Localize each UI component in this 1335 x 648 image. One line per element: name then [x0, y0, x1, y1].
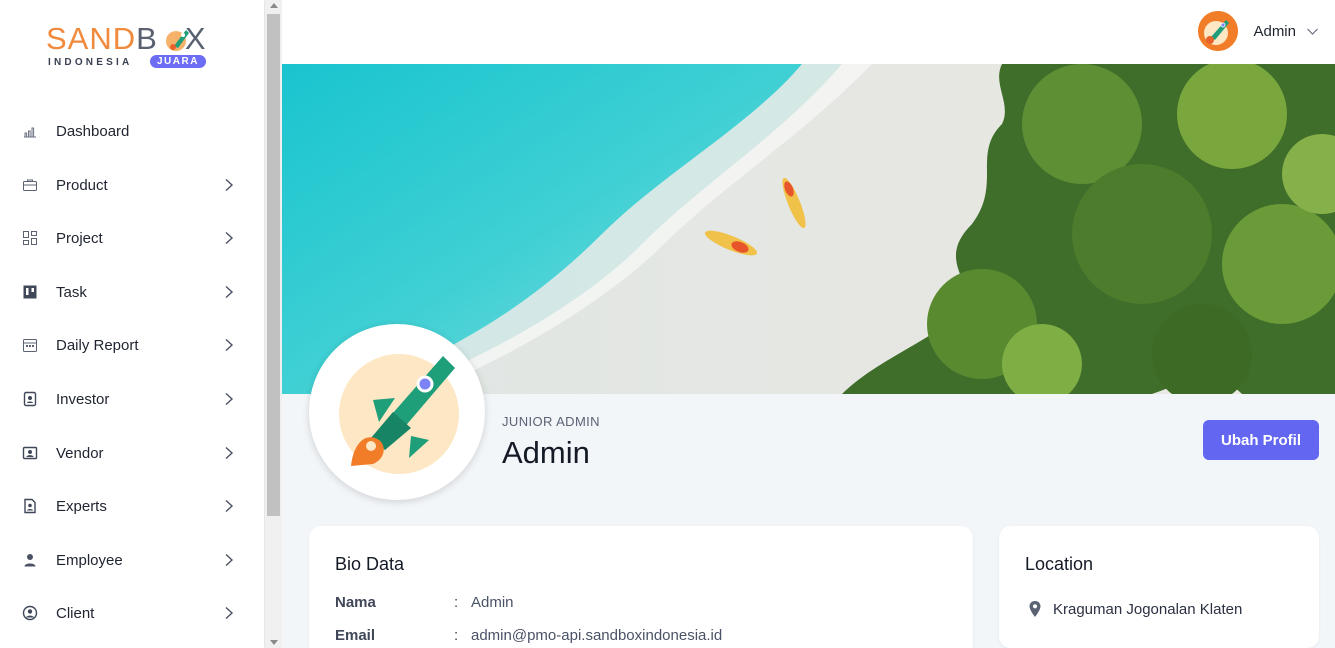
chevron-right-icon [225, 606, 234, 620]
user-name[interactable]: Admin [1253, 23, 1296, 40]
rocket-avatar-icon [313, 328, 481, 496]
location-address-row: Kraguman Jogonalan Klaten [1027, 600, 1242, 618]
profile-name: Admin [502, 435, 590, 470]
bio-separator: : [454, 594, 459, 611]
scroll-down-arrow-icon[interactable] [270, 640, 278, 645]
sidebar-item-label: Project [56, 229, 103, 247]
sidebar-item-product[interactable]: Product [0, 165, 264, 205]
kanban-icon [23, 285, 37, 299]
sidebar-item-label: Experts [56, 497, 107, 515]
user-avatar[interactable] [1198, 11, 1238, 51]
top-bar: Admin [282, 0, 1335, 64]
bio-data-card: Bio Data Nama : Admin Email : admin@pmo-… [309, 526, 973, 648]
sidebar-item-vendor[interactable]: Vendor [0, 433, 264, 473]
logo-badge: JUARA [150, 55, 206, 68]
bio-value: Admin [471, 594, 514, 611]
bar-chart-icon [24, 127, 36, 138]
chevron-right-icon [225, 392, 234, 406]
sidebar-item-label: Task [56, 283, 87, 301]
sidebar: SANDB X INDONESIA JUARA Dashboard Product… [0, 0, 264, 648]
id-card-icon [22, 446, 38, 460]
bio-data-title: Bio Data [335, 554, 405, 574]
chevron-right-icon [225, 499, 234, 513]
chevron-down-icon[interactable] [1306, 25, 1319, 38]
sidebar-item-label: Vendor [56, 444, 104, 462]
brand-logo[interactable]: SANDB X INDONESIA JUARA [46, 22, 216, 74]
chevron-right-icon [225, 338, 234, 352]
bio-key: Nama [335, 594, 376, 611]
edit-profile-button[interactable]: Ubah Profil [1203, 420, 1319, 460]
scroll-up-arrow-icon[interactable] [270, 3, 278, 8]
sidebar-item-task[interactable]: Task [0, 272, 264, 312]
bio-separator: : [454, 627, 459, 644]
sidebar-item-employee[interactable]: Employee [0, 540, 264, 580]
person-icon [24, 554, 36, 567]
grid-icon [23, 231, 37, 245]
sidebar-item-label: Dashboard [56, 122, 130, 140]
sidebar-item-dashboard[interactable]: Dashboard [0, 111, 264, 151]
location-address: Kraguman Jogonalan Klaten [1053, 600, 1243, 618]
sidebar-item-label: Daily Report [56, 336, 139, 354]
logo-rocket-icon [166, 30, 189, 51]
sidebar-item-label: Product [56, 176, 108, 194]
sidebar-item-project[interactable]: Project [0, 218, 264, 258]
user-circle-icon [22, 605, 38, 621]
scrollbar-thumb[interactable] [267, 14, 280, 516]
sidebar-item-label: Investor [56, 390, 110, 408]
bio-key: Email [335, 627, 376, 644]
contact-card-icon [23, 391, 37, 407]
calendar-icon [23, 339, 37, 352]
sidebar-item-investor[interactable]: Investor [0, 379, 264, 419]
chevron-right-icon [225, 446, 234, 460]
chevron-right-icon [225, 231, 234, 245]
chevron-right-icon [225, 178, 234, 192]
map-pin-icon [1029, 601, 1041, 617]
rocket-avatar-icon [1198, 11, 1238, 51]
chevron-right-icon [225, 553, 234, 567]
sidebar-item-daily-report[interactable]: Daily Report [0, 325, 264, 365]
profile-role: JUNIOR ADMIN [502, 414, 600, 429]
profile-avatar[interactable] [309, 324, 485, 500]
briefcase-icon [23, 179, 37, 191]
badge-icon [24, 498, 36, 514]
chevron-right-icon [225, 285, 234, 299]
location-card: Location Kraguman Jogonalan Klaten [999, 526, 1319, 648]
location-title: Location [1025, 554, 1094, 574]
sidebar-item-label: Client [56, 604, 95, 622]
sidebar-item-label: Employee [56, 551, 123, 569]
sidebar-item-experts[interactable]: Experts [0, 486, 264, 526]
sidebar-item-client[interactable]: Client [0, 593, 264, 633]
sidebar-scrollbar[interactable] [264, 0, 282, 648]
bio-value: admin@pmo-api.sandboxindonesia.id [471, 627, 723, 644]
logo-subtitle: INDONESIA [48, 57, 133, 68]
